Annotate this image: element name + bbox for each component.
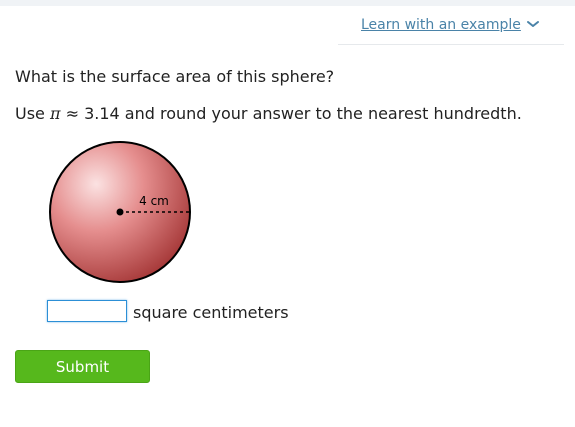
submit-button[interactable]: Submit: [15, 350, 150, 383]
chevron-down-icon[interactable]: [526, 18, 540, 30]
instruction-text: Use π ≈ 3.14 and round your answer to th…: [15, 104, 522, 123]
learn-with-example-link[interactable]: Learn with an example: [361, 17, 521, 33]
unit-label: square centimeters: [133, 303, 289, 322]
question-text: What is the surface area of this sphere?: [15, 67, 335, 86]
instruction-suffix: ≈ 3.14 and round your answer to the near…: [60, 104, 522, 123]
learn-with-example-panel: Learn with an example: [338, 6, 564, 45]
sphere-figure: 4 cm: [49, 141, 191, 283]
center-point: [116, 208, 124, 216]
answer-input[interactable]: [47, 300, 127, 322]
pi-symbol: π: [49, 104, 61, 123]
instruction-prefix: Use: [15, 104, 50, 123]
radius-label: 4 cm: [139, 194, 169, 208]
